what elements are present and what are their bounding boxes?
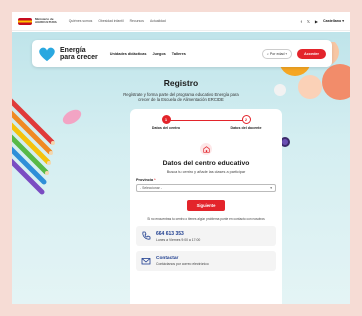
step-label: Datos del docente — [230, 126, 262, 130]
nav-juegos[interactable]: Juegos — [152, 52, 165, 56]
province-label-text: Provincia — [136, 178, 154, 182]
nav-talleres[interactable]: Talleres — [172, 52, 186, 56]
x-twitter-icon[interactable]: 𝕏 — [307, 19, 310, 24]
phone-hours: Lunes a Viernes 9:00 a 17:00 — [156, 237, 201, 242]
nav-unidades-didacticas[interactable]: Unidades didácticas — [110, 52, 147, 56]
youtube-icon[interactable]: ▶ — [315, 19, 318, 24]
form-subtitle: Busca tu centro y añade las clases a par… — [166, 170, 246, 174]
top-links: Quiénes somos Obesidad infantil Recursos… — [69, 19, 166, 23]
browser-frame: Ministerio de AGRICULTURA Quiénes somos … — [12, 12, 350, 304]
province-select-value: - Seleccionar - — [140, 186, 162, 190]
toplink-quienes-somos[interactable]: Quiénes somos — [69, 19, 93, 23]
step-label: Datos del centro — [151, 126, 181, 130]
language-label: Castellano — [323, 19, 342, 23]
next-button[interactable]: Siguiente — [187, 200, 225, 211]
main-navbar: Energía para crecer Unidades didácticas … — [32, 40, 332, 67]
heart-logo-icon — [39, 47, 55, 61]
page-subtitle: Regístrate y forma parte del programa ed… — [123, 92, 239, 103]
step-datos-centro: 1 Datos del centro — [141, 115, 191, 130]
page-title: Registro — [163, 78, 199, 88]
step-number: 1 — [161, 115, 171, 124]
phone-contact-box[interactable]: 664 613 353 Lunes a Viernes 9:00 a 17:00 — [136, 226, 276, 246]
toplink-actualidad[interactable]: Actualidad — [150, 19, 166, 23]
social-and-language: f 𝕏 ▶ Castellano ▾ — [301, 19, 344, 24]
phone-icon — [142, 231, 151, 240]
chevron-down-icon: ▾ — [342, 19, 344, 23]
age-filter-dropdown[interactable]: ⌕ Por edad ▾ — [261, 48, 292, 59]
spain-flag-icon — [18, 17, 32, 25]
contact-title: Contactar — [156, 256, 179, 261]
facebook-icon[interactable]: f — [301, 19, 302, 24]
pencils-decoration-icon — [12, 98, 82, 195]
brand-logo[interactable]: Energía para crecer — [38, 46, 98, 62]
stepper: 1 Datos del centro 2 Datos del docente — [136, 115, 276, 137]
age-filter-label: Por edad — [269, 51, 285, 56]
toplink-obesidad-infantil[interactable]: Obesidad infantil — [98, 19, 123, 23]
contact-subtitle: Contáctanos por correo electrónico — [156, 262, 209, 266]
form-title: Datos del centro educativo — [162, 160, 250, 167]
required-marker: * — [154, 178, 156, 182]
help-text: Si no encuentras tu centro o tienes algú… — [147, 217, 265, 221]
province-select[interactable]: - Seleccionar - ▾ — [136, 184, 276, 192]
top-utility-bar: Ministerio de AGRICULTURA Quiénes somos … — [12, 12, 350, 31]
province-label: Provincia * — [136, 178, 276, 182]
step-datos-docente: 2 Datos del docente — [221, 115, 271, 130]
language-selector[interactable]: Castellano ▾ — [323, 19, 344, 23]
chevron-down-icon: ▾ — [270, 186, 272, 190]
mail-contact-box[interactable]: Contactar Contáctanos por correo electró… — [136, 251, 276, 271]
phone-number: 664 613 353 — [156, 230, 184, 237]
chevron-down-icon: ▾ — [285, 51, 287, 56]
mail-icon — [141, 258, 151, 265]
brand-line2: para crecer — [60, 53, 98, 61]
brand-line1: Energía — [60, 46, 86, 54]
registration-card: 1 Datos del centro 2 Datos del docente D… — [130, 109, 282, 304]
school-icon — [200, 143, 212, 155]
nav-links: Unidades didácticas Juegos Talleres — [110, 52, 186, 56]
toplink-recursos[interactable]: Recursos — [130, 19, 144, 23]
access-button[interactable]: Acceder — [297, 48, 326, 59]
gov-line2: AGRICULTURA — [35, 20, 57, 24]
hero-section: Energía para crecer Unidades didácticas … — [12, 32, 350, 304]
government-logo[interactable]: Ministerio de AGRICULTURA — [18, 17, 57, 25]
step-number: 2 — [241, 115, 251, 124]
